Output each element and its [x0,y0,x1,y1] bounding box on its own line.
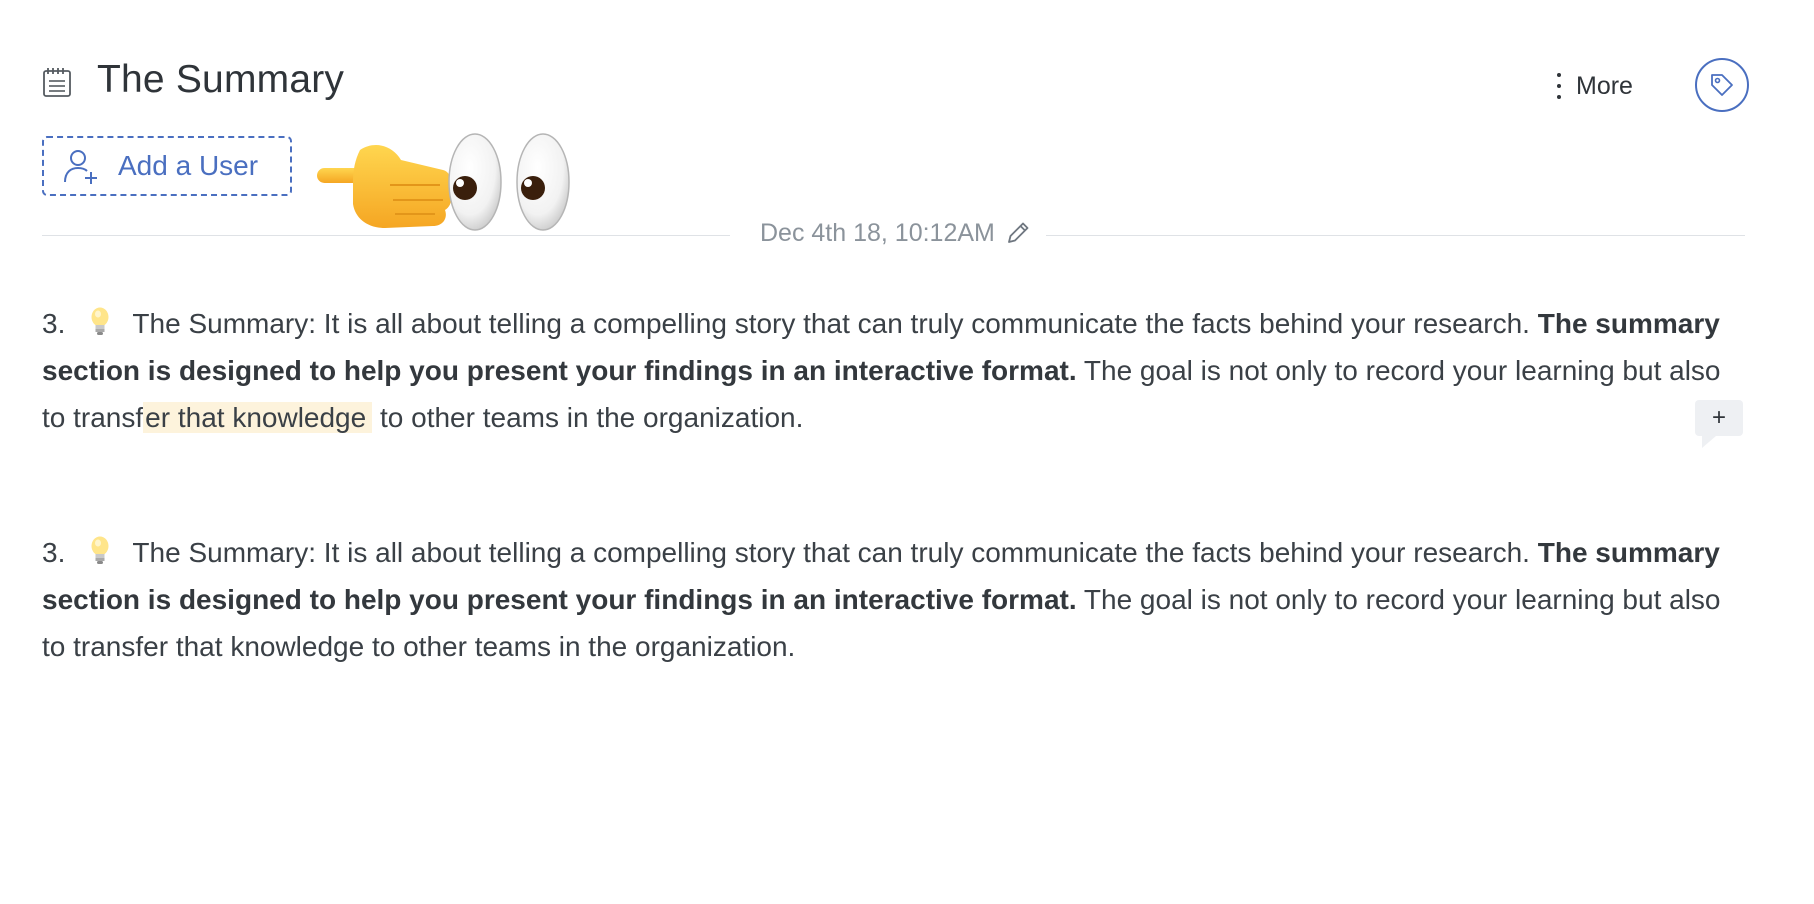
summary-page: The Summary More Add a User Dec 4th 18, … [0,0,1814,904]
comment-bubble-tail [1702,436,1716,448]
timestamp: Dec 4th 18, 10:12AM [760,219,995,247]
page-title: The Summary [97,58,345,101]
add-comment-label: + [1711,404,1726,431]
lightbulb-icon [91,307,109,335]
tag-button[interactable] [1695,58,1749,112]
notebook-icon [43,68,71,97]
pointing-hand-eyes-emoji [317,133,570,231]
highlighted-text[interactable]: er that knowledge [143,402,373,433]
pencil-icon[interactable] [1004,219,1032,247]
more-label: More [1576,71,1633,100]
paragraph-tail-b: to other teams in the organization. [380,402,804,433]
eyes-icon [448,133,570,231]
paragraph-lead: The Summary: It is all about telling a c… [132,308,1530,339]
list-number: 3. [42,537,66,568]
tag-icon [1711,74,1733,96]
list-number: 3. [42,308,66,339]
more-button[interactable]: More [1556,68,1633,104]
kebab-menu-icon [1556,73,1562,99]
paragraph: 3. The Summary: It is all about telling … [42,300,1722,441]
divider-left [42,235,730,236]
lightbulb-icon [91,536,109,564]
add-user-icon [64,150,97,184]
add-user-button[interactable]: Add a User [42,136,292,196]
add-comment-button[interactable]: + [1695,400,1743,436]
pointing-hand-icon [317,145,452,228]
add-user-label: Add a User [118,150,259,181]
paragraph: 3. The Summary: It is all about telling … [42,529,1722,670]
paragraph-lead: The Summary: It is all about telling a c… [132,537,1530,568]
divider-right [1046,235,1745,236]
